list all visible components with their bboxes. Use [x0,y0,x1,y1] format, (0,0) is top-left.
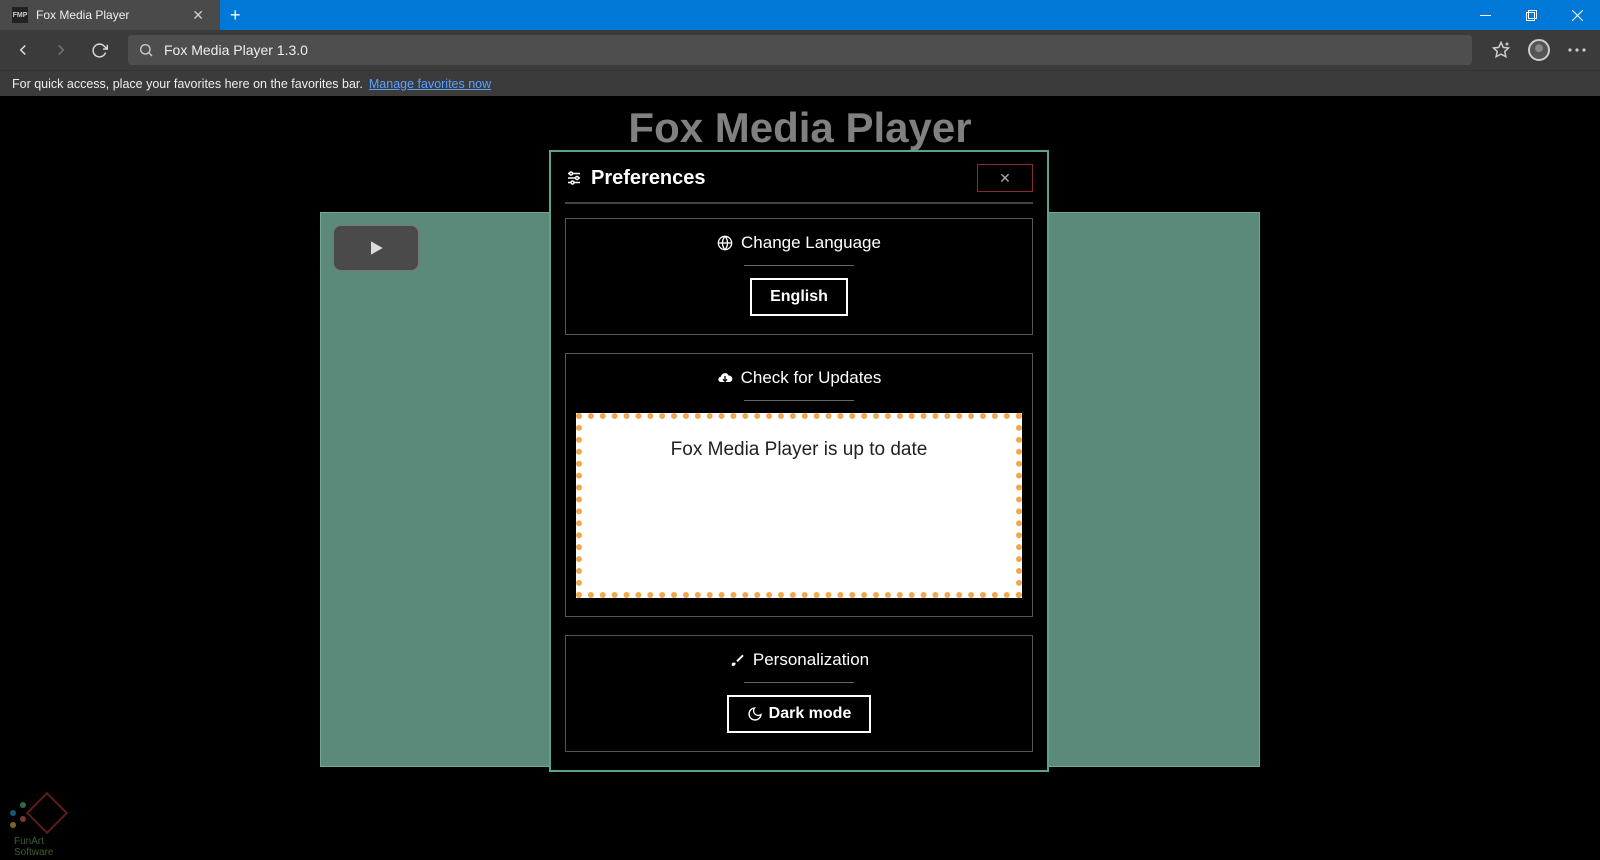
divider [744,682,854,683]
language-icon [717,235,733,251]
language-header: Change Language [741,233,881,253]
moon-icon [747,706,763,722]
play-icon [366,238,386,258]
bookmarks-bar: For quick access, place your favorites h… [0,70,1600,96]
modal-header: Preferences ✕ [565,164,1033,204]
close-icon: ✕ [999,170,1011,187]
bookmarks-message: For quick access, place your favorites h… [12,77,363,91]
page-content: Fox Media Player Preferences ✕ Change La… [0,96,1600,860]
brush-icon [729,652,745,668]
profile-button[interactable] [1522,33,1556,67]
more-options-button[interactable] [1560,33,1594,67]
forward-button[interactable] [44,33,78,67]
close-window-button[interactable] [1554,0,1600,30]
dark-mode-label: Dark mode [769,705,852,723]
address-bar[interactable]: Fox Media Player 1.3.0 [128,35,1472,65]
tab-strip: FMP Fox Media Player ✕ + [0,0,251,30]
minimize-button[interactable] [1462,0,1508,30]
updates-header: Check for Updates [741,368,882,388]
play-button[interactable] [333,225,419,271]
personalization-section: Personalization Dark mode [565,635,1033,752]
refresh-button[interactable] [82,33,116,67]
divider [744,265,854,266]
window-controls [1462,0,1600,30]
modal-close-button[interactable]: ✕ [977,164,1033,192]
update-status-box: Fox Media Player is up to date [576,413,1022,598]
avatar-icon [1528,39,1550,61]
browser-tab[interactable]: FMP Fox Media Player ✕ [0,0,220,30]
personalization-header: Personalization [753,650,869,670]
browser-titlebar: FMP Fox Media Player ✕ + [0,0,1600,30]
divider [744,400,854,401]
modal-title: Preferences [591,167,706,190]
app-title: Fox Media Player [0,104,1600,152]
update-status-text: Fox Media Player is up to date [594,439,1004,461]
back-button[interactable] [6,33,40,67]
tab-close-icon[interactable]: ✕ [188,7,208,24]
maximize-button[interactable] [1508,0,1554,30]
new-tab-button[interactable]: + [220,0,251,30]
sliders-icon [565,169,583,187]
search-icon [138,42,154,58]
vendor-name: FunArt Software [14,836,78,858]
tab-title: Fox Media Player [36,8,180,22]
manage-favorites-link[interactable]: Manage favorites now [369,77,491,91]
dark-mode-button[interactable]: Dark mode [727,695,872,733]
preferences-modal: Preferences ✕ Change Language English Ch… [549,150,1049,772]
vendor-logo: FunArt Software [8,792,78,852]
language-section: Change Language English [565,218,1033,335]
updates-section: Check for Updates Fox Media Player is up… [565,353,1033,617]
browser-toolbar: Fox Media Player 1.3.0 [0,30,1600,70]
favorites-button[interactable] [1484,33,1518,67]
tab-favicon: FMP [12,7,28,23]
language-value: English [770,288,828,306]
address-text: Fox Media Player 1.3.0 [164,42,308,58]
language-select-button[interactable]: English [750,278,848,316]
cloud-download-icon [717,370,733,386]
